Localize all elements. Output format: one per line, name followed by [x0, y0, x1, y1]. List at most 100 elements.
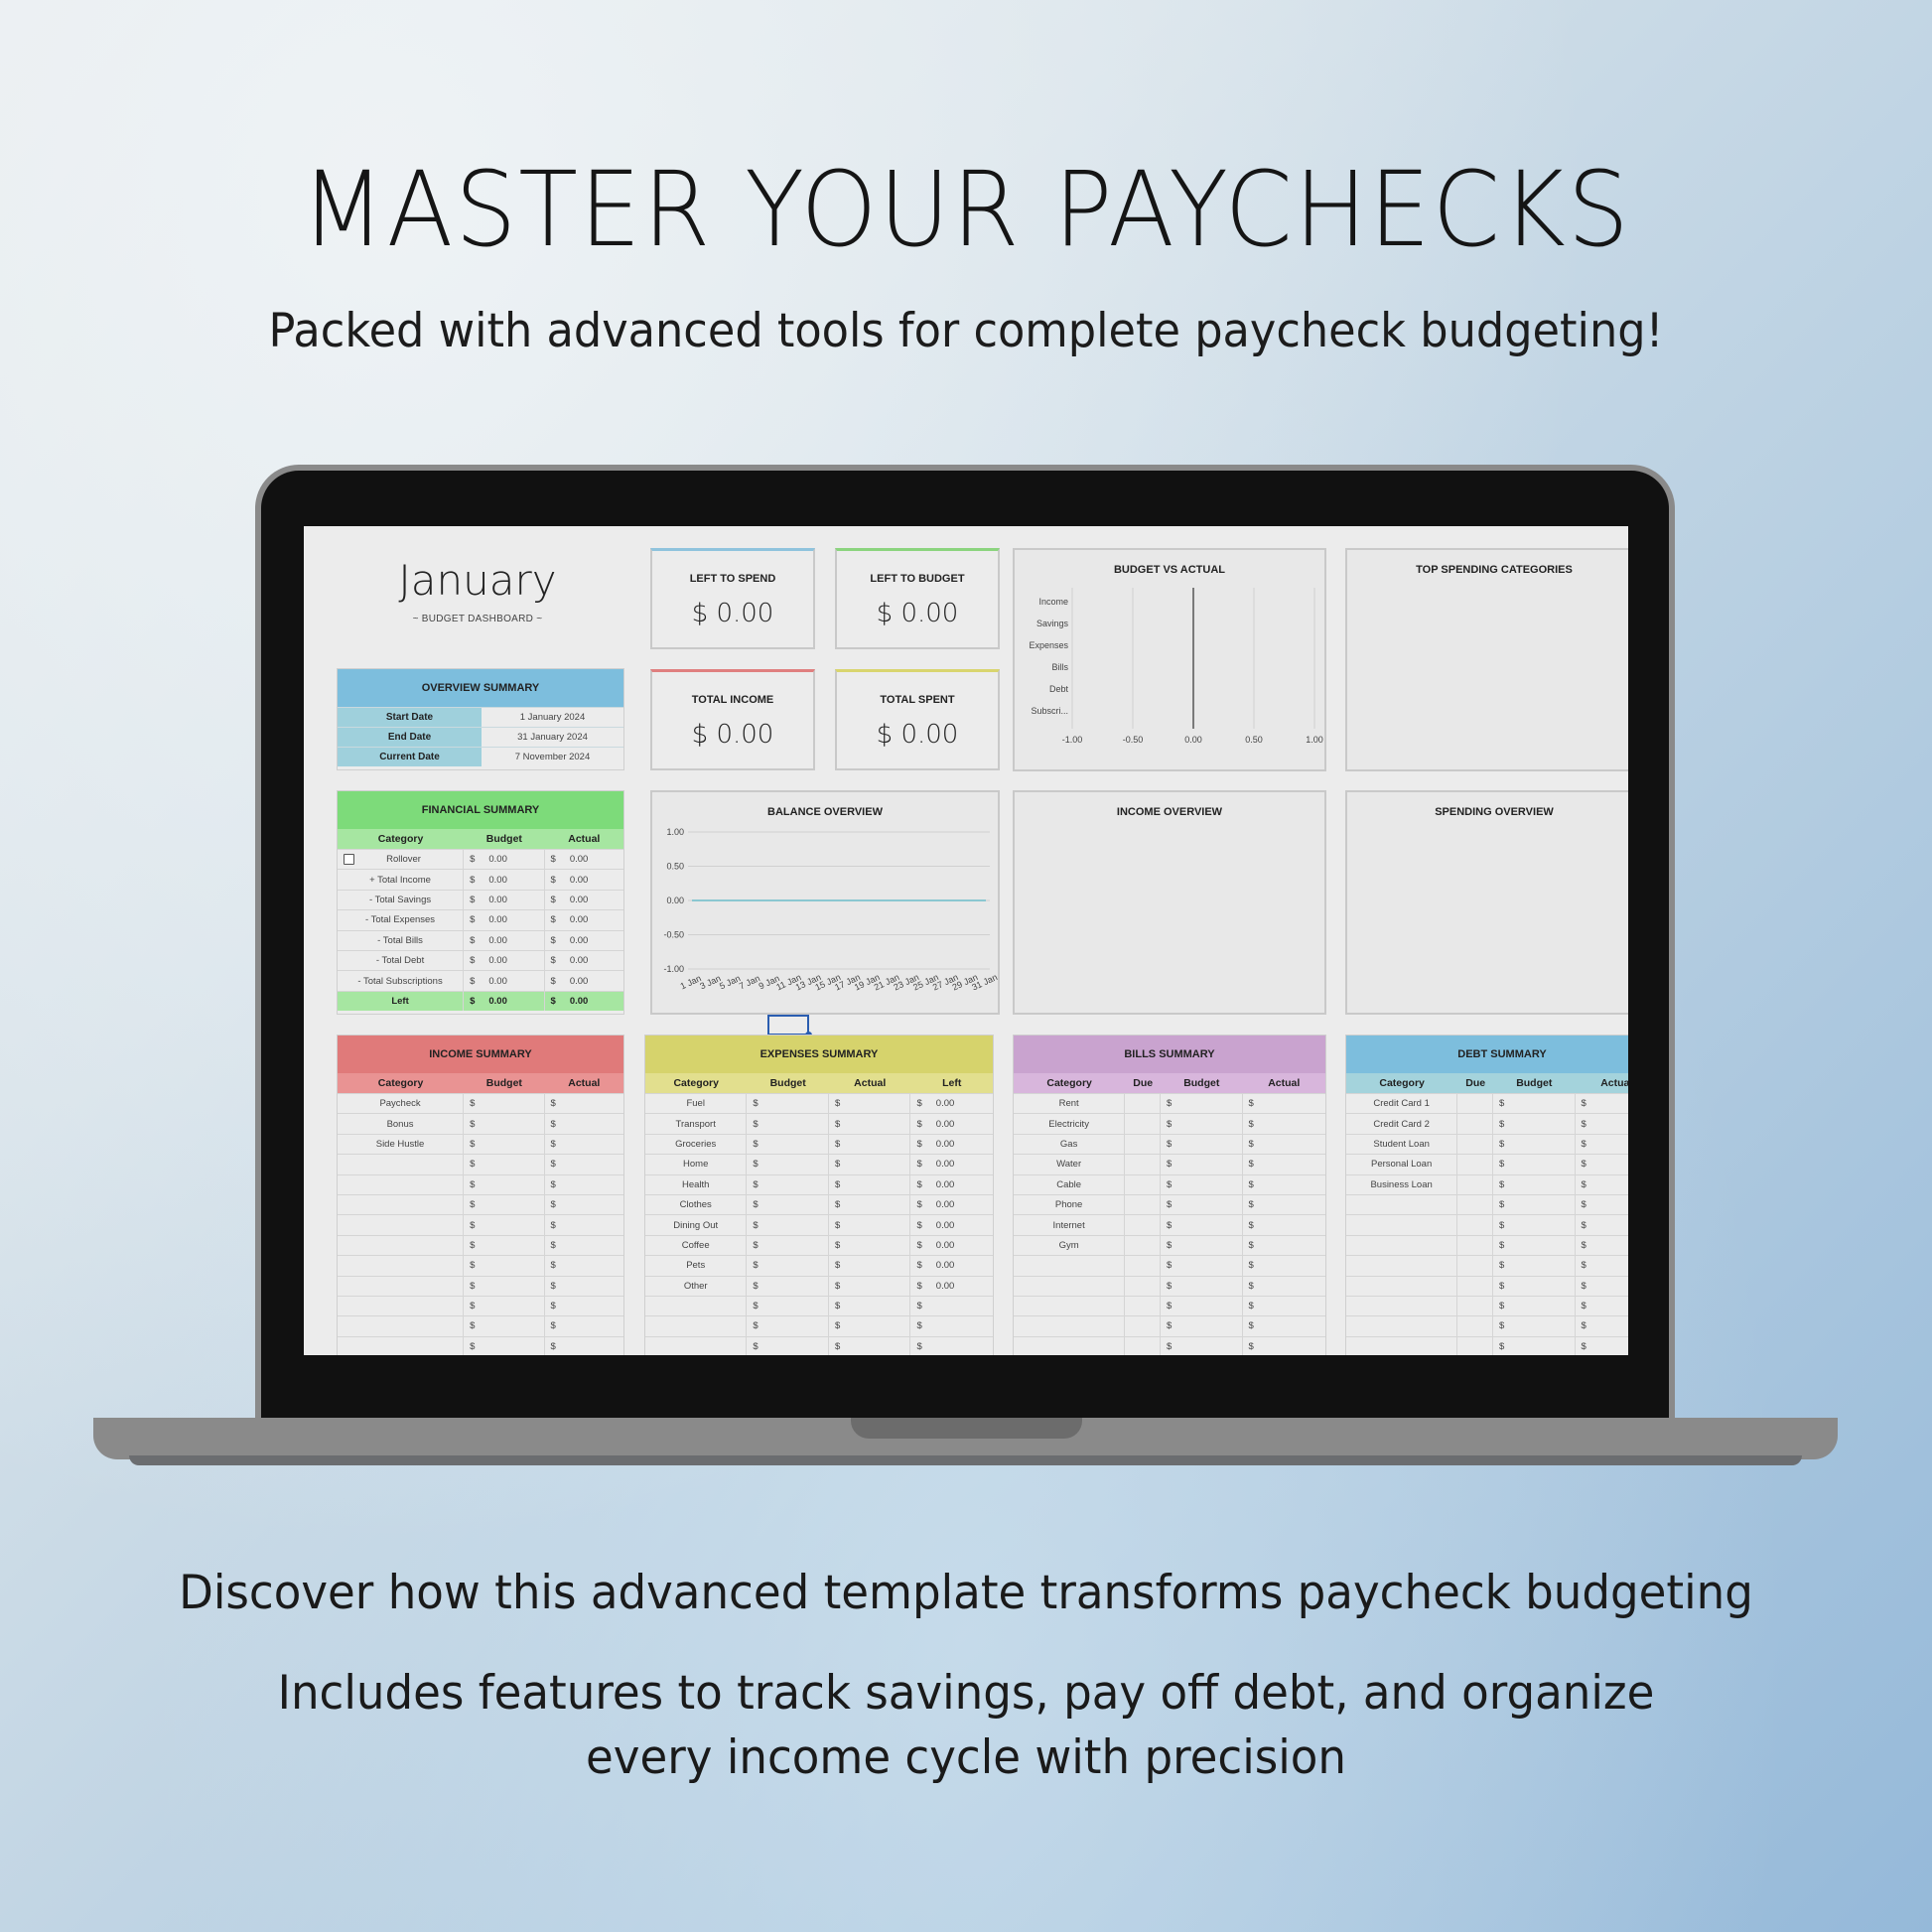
- money-cell[interactable]: $: [829, 1174, 911, 1194]
- due-cell[interactable]: [1125, 1174, 1162, 1194]
- money-cell[interactable]: $: [545, 1195, 623, 1214]
- money-cell[interactable]: $: [829, 1316, 911, 1336]
- money-cell[interactable]: $: [1243, 1277, 1325, 1296]
- category-cell[interactable]: [1346, 1194, 1458, 1215]
- due-cell[interactable]: [1125, 1276, 1162, 1296]
- category-cell[interactable]: Transport: [645, 1114, 748, 1134]
- money-cell[interactable]: $: [1576, 1316, 1628, 1335]
- category-cell[interactable]: [1346, 1316, 1458, 1336]
- category-cell[interactable]: [338, 1256, 465, 1276]
- money-cell[interactable]: $: [747, 1256, 829, 1276]
- money-cell[interactable]: $: [747, 1174, 829, 1194]
- due-cell[interactable]: [1457, 1235, 1494, 1256]
- money-cell[interactable]: $: [1243, 1135, 1325, 1154]
- selected-cell[interactable]: [767, 1015, 809, 1035]
- category-cell[interactable]: [338, 1155, 465, 1174]
- category-cell[interactable]: Phone: [1014, 1194, 1126, 1215]
- category-cell[interactable]: [338, 1336, 465, 1355]
- category-cell[interactable]: Water: [1014, 1155, 1126, 1174]
- due-cell[interactable]: [1125, 1235, 1162, 1256]
- due-cell[interactable]: [1457, 1155, 1494, 1174]
- category-cell[interactable]: [1346, 1235, 1458, 1256]
- due-cell[interactable]: [1125, 1336, 1162, 1355]
- category-cell[interactable]: Personal Loan: [1346, 1155, 1458, 1174]
- money-cell[interactable]: $: [1243, 1215, 1325, 1234]
- category-cell[interactable]: Coffee: [645, 1235, 748, 1256]
- category-cell[interactable]: Electricity: [1014, 1114, 1126, 1134]
- category-cell[interactable]: [1346, 1256, 1458, 1276]
- category-cell[interactable]: Groceries: [645, 1134, 748, 1155]
- money-cell[interactable]: $: [1243, 1114, 1325, 1133]
- money-cell[interactable]: $0.00: [464, 850, 545, 870]
- money-cell[interactable]: $: [464, 1114, 545, 1134]
- money-cell[interactable]: $: [1161, 1094, 1243, 1114]
- money-cell[interactable]: $0.00: [545, 850, 623, 869]
- money-cell[interactable]: $: [1161, 1155, 1243, 1174]
- money-cell[interactable]: $: [1493, 1194, 1576, 1215]
- money-cell[interactable]: $: [464, 1336, 545, 1355]
- money-cell[interactable]: $: [1161, 1194, 1243, 1215]
- money-cell[interactable]: $: [747, 1194, 829, 1215]
- money-cell[interactable]: $: [910, 1316, 993, 1335]
- money-cell[interactable]: $: [464, 1155, 545, 1174]
- money-cell[interactable]: $: [1161, 1134, 1243, 1155]
- money-cell[interactable]: $: [829, 1296, 911, 1316]
- money-cell[interactable]: $: [1243, 1155, 1325, 1173]
- money-cell[interactable]: $: [1243, 1337, 1325, 1355]
- money-cell[interactable]: $: [747, 1215, 829, 1235]
- due-cell[interactable]: [1457, 1134, 1494, 1155]
- money-cell[interactable]: $: [545, 1256, 623, 1275]
- category-cell[interactable]: Pets: [645, 1256, 748, 1276]
- money-cell[interactable]: $: [464, 1194, 545, 1215]
- category-cell[interactable]: Internet: [1014, 1215, 1126, 1235]
- money-cell[interactable]: $: [829, 1114, 911, 1134]
- money-cell[interactable]: $0.00: [910, 1256, 993, 1275]
- category-cell[interactable]: Rent: [1014, 1094, 1126, 1114]
- money-cell[interactable]: $: [829, 1155, 911, 1174]
- money-cell[interactable]: $: [464, 1256, 545, 1276]
- money-cell[interactable]: $: [545, 1135, 623, 1154]
- money-cell[interactable]: $: [1576, 1236, 1628, 1255]
- money-cell[interactable]: $: [545, 1114, 623, 1133]
- money-cell[interactable]: $: [829, 1194, 911, 1215]
- money-cell[interactable]: $0.00: [910, 1277, 993, 1296]
- category-cell[interactable]: [1346, 1296, 1458, 1316]
- money-cell[interactable]: $: [545, 1337, 623, 1355]
- money-cell[interactable]: $: [1243, 1195, 1325, 1214]
- category-cell[interactable]: Gym: [1014, 1235, 1126, 1256]
- category-cell[interactable]: [1014, 1316, 1126, 1336]
- category-cell[interactable]: Credit Card 2: [1346, 1114, 1458, 1134]
- due-cell[interactable]: [1457, 1194, 1494, 1215]
- money-cell[interactable]: $: [1161, 1174, 1243, 1194]
- money-cell[interactable]: $: [1243, 1256, 1325, 1275]
- money-cell[interactable]: $: [1243, 1175, 1325, 1194]
- overview-value[interactable]: 31 January 2024: [482, 728, 623, 747]
- money-cell[interactable]: $: [829, 1276, 911, 1296]
- money-cell[interactable]: $: [1161, 1114, 1243, 1134]
- money-cell[interactable]: $: [1161, 1276, 1243, 1296]
- due-cell[interactable]: [1125, 1094, 1162, 1114]
- money-cell[interactable]: $: [464, 1215, 545, 1235]
- money-cell[interactable]: $: [1576, 1215, 1628, 1234]
- money-cell[interactable]: $: [1493, 1296, 1576, 1316]
- money-cell[interactable]: $: [1493, 1114, 1576, 1134]
- category-cell[interactable]: Fuel: [645, 1094, 748, 1114]
- money-cell[interactable]: $0.00: [464, 910, 545, 930]
- due-cell[interactable]: [1457, 1215, 1494, 1235]
- money-cell[interactable]: $0.00: [910, 1114, 993, 1133]
- money-cell[interactable]: $: [1493, 1336, 1576, 1355]
- category-cell[interactable]: Business Loan: [1346, 1174, 1458, 1194]
- due-cell[interactable]: [1125, 1215, 1162, 1235]
- money-cell[interactable]: $0.00: [464, 950, 545, 971]
- category-cell[interactable]: Gas: [1014, 1134, 1126, 1155]
- money-cell[interactable]: $0.00: [464, 870, 545, 890]
- due-cell[interactable]: [1125, 1194, 1162, 1215]
- due-cell[interactable]: [1125, 1155, 1162, 1174]
- money-cell[interactable]: $0.00: [545, 971, 623, 990]
- category-cell[interactable]: [338, 1215, 465, 1235]
- money-cell[interactable]: $0.00: [464, 971, 545, 991]
- money-cell[interactable]: $: [464, 1134, 545, 1155]
- category-cell[interactable]: [1346, 1276, 1458, 1296]
- money-cell[interactable]: $: [1243, 1236, 1325, 1255]
- category-cell[interactable]: [1014, 1296, 1126, 1316]
